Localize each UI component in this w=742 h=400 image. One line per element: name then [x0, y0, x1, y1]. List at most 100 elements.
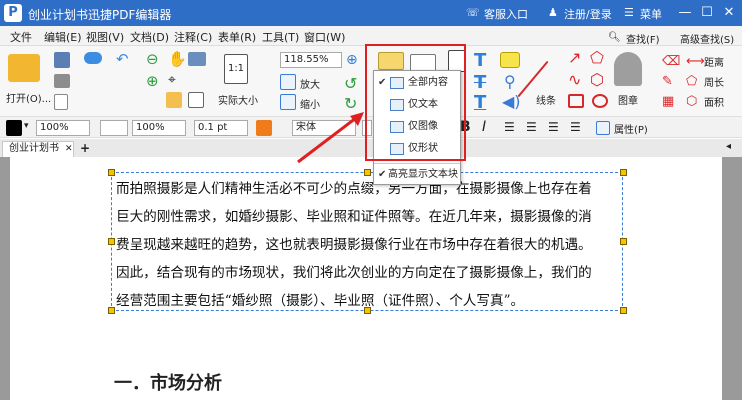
document-icon[interactable] — [54, 94, 68, 110]
main-menu-button[interactable]: 菜单 — [640, 6, 662, 22]
stamp-button[interactable]: 图章 — [618, 92, 638, 107]
resize-handle[interactable] — [620, 307, 627, 314]
align-right-icon[interactable]: ☰ — [548, 120, 559, 134]
rectangle-icon[interactable] — [568, 94, 584, 108]
find-icon[interactable]: 🔍︎ — [608, 32, 621, 43]
forward-icon[interactable]: ⊕ — [146, 72, 159, 90]
menu-item-highlight-text-blocks[interactable]: ✔ 高亮显示文本块 — [374, 165, 462, 185]
resize-handle[interactable] — [108, 307, 115, 314]
pentagon-icon[interactable]: ⬠ — [590, 48, 604, 67]
italic-icon[interactable]: I — [482, 119, 486, 135]
properties-button[interactable]: 属性(P) — [614, 121, 648, 136]
menu-tools[interactable]: 工具(T) — [262, 29, 299, 45]
app-logo-icon: P — [4, 4, 22, 22]
line-width-select[interactable]: 0.1 pt — [194, 120, 248, 136]
actual-size-button[interactable]: 实际大小 — [218, 92, 258, 107]
distance-button[interactable]: 距离 — [704, 54, 724, 69]
menu-form[interactable]: 表单(R) — [218, 29, 256, 45]
fill-opacity-select[interactable]: 100% — [132, 120, 186, 136]
polygon-icon[interactable]: ⬡ — [590, 70, 604, 89]
justify-icon[interactable]: ☰ — [570, 120, 581, 134]
actual-size-icon[interactable]: 1:1 — [224, 54, 248, 84]
tab-list-icon[interactable]: ◂ — [726, 141, 731, 152]
save-icon[interactable] — [54, 52, 70, 68]
stroke-color-swatch[interactable] — [6, 120, 22, 136]
distance-icon[interactable]: ⟷ — [686, 54, 705, 69]
properties-icon[interactable] — [596, 121, 610, 135]
cloud-icon[interactable] — [84, 52, 102, 64]
highlight-area-icon[interactable]: ▦ — [662, 94, 674, 109]
annotation-highlight-box — [365, 44, 466, 161]
page-icon[interactable] — [188, 92, 204, 108]
customer-service-link[interactable]: 客服入口 — [484, 6, 528, 22]
resize-handle[interactable] — [620, 238, 627, 245]
menu-edit[interactable]: 编辑(E) — [44, 29, 82, 45]
area-icon[interactable]: ⬡ — [686, 94, 697, 109]
pdf-page: 而拍照摄影是人们精神生活必不可少的点缀，另一方面，在摄影摄像上也存在着 巨大的刚… — [10, 157, 722, 400]
headset-icon: ☏ — [466, 6, 480, 19]
camera-icon[interactable] — [188, 52, 206, 66]
area-button[interactable]: 面积 — [704, 94, 724, 109]
menu-window[interactable]: 窗口(W) — [304, 29, 345, 45]
line-button[interactable]: 线条 — [536, 92, 556, 107]
zoom-select[interactable]: 118.55% — [280, 52, 342, 68]
zoom-out-button[interactable]: 缩小 — [300, 96, 320, 111]
fill-color-swatch[interactable] — [256, 120, 272, 136]
rotate-right-icon[interactable]: ↻ — [344, 94, 357, 113]
perimeter-button[interactable]: 周长 — [704, 74, 724, 89]
dropdown-arrow-icon[interactable]: ▾ — [24, 121, 29, 131]
resize-handle[interactable] — [108, 238, 115, 245]
typewriter-icon[interactable]: T — [474, 50, 486, 71]
menu-comment[interactable]: 注释(C) — [174, 29, 212, 45]
login-link[interactable]: 注册/登录 — [564, 6, 612, 22]
line-style-select[interactable] — [100, 120, 128, 136]
text-block-selection — [111, 172, 623, 311]
align-center-icon[interactable]: ☰ — [526, 120, 537, 134]
arrow-icon[interactable]: ↗ — [568, 48, 581, 67]
open-button[interactable]: 打开(O)... — [6, 90, 51, 105]
stroke-opacity-select[interactable]: 100% — [36, 120, 90, 136]
font-select[interactable]: 宋体 — [292, 120, 356, 136]
new-tab-icon[interactable]: + — [80, 141, 90, 155]
document-tab[interactable]: 创业计划书 ✕ — [2, 141, 74, 157]
eraser-icon[interactable]: ⌫ — [662, 54, 680, 69]
menu-document[interactable]: 文档(D) — [130, 29, 169, 45]
close-tab-icon[interactable]: ✕ — [65, 142, 73, 156]
menu-file[interactable]: 文件 — [10, 29, 32, 45]
curve-icon[interactable]: ∿ — [568, 70, 581, 89]
image-tool-icon[interactable] — [166, 92, 182, 108]
zoom-in-button[interactable]: 放大 — [300, 76, 320, 91]
minimize-button[interactable]: — — [676, 4, 694, 22]
hand-tool-icon[interactable]: ✋ — [168, 50, 187, 68]
window-title: 创业计划书迅捷PDF编辑器 — [28, 8, 172, 22]
undo-icon[interactable]: ↶ — [116, 50, 129, 68]
strikeout-icon[interactable]: T — [474, 72, 486, 93]
perimeter-icon[interactable]: ⬠ — [686, 74, 697, 89]
resize-handle[interactable] — [108, 169, 115, 176]
attachment-icon[interactable]: ⚲ — [504, 72, 516, 91]
menu-view[interactable]: 视图(V) — [86, 29, 124, 45]
back-icon[interactable]: ⊖ — [146, 50, 159, 68]
advanced-find-button[interactable]: 高级查找(S) — [680, 31, 734, 46]
zoom-in-icon[interactable] — [280, 74, 296, 90]
title-bar: P 创业计划书迅捷PDF编辑器 ☏ 客服入口 ♟ 注册/登录 ☰ 菜单 — ☐ … — [0, 0, 742, 26]
rotate-left-icon[interactable]: ↺ — [344, 74, 357, 93]
zoom-out-icon[interactable] — [280, 94, 296, 110]
find-button[interactable]: 查找(F) — [626, 31, 660, 46]
select-tool-icon[interactable]: ⌖ — [168, 72, 176, 88]
close-button[interactable]: ✕ — [720, 4, 738, 22]
maximize-button[interactable]: ☐ — [698, 4, 716, 22]
ellipse-icon[interactable] — [592, 94, 608, 108]
pencil-icon[interactable]: ✎ — [662, 74, 673, 89]
zoom-plus-icon[interactable]: ⊕ — [346, 52, 358, 68]
menu-divider — [374, 163, 460, 164]
resize-handle[interactable] — [620, 169, 627, 176]
resize-handle[interactable] — [364, 169, 371, 176]
stamp-icon[interactable] — [614, 52, 642, 86]
resize-handle[interactable] — [364, 307, 371, 314]
folder-open-icon[interactable] — [8, 54, 40, 82]
underline-icon[interactable]: T — [474, 92, 486, 113]
align-left-icon[interactable]: ☰ — [504, 120, 515, 134]
print-icon[interactable] — [54, 74, 70, 88]
note-icon[interactable] — [500, 52, 520, 68]
